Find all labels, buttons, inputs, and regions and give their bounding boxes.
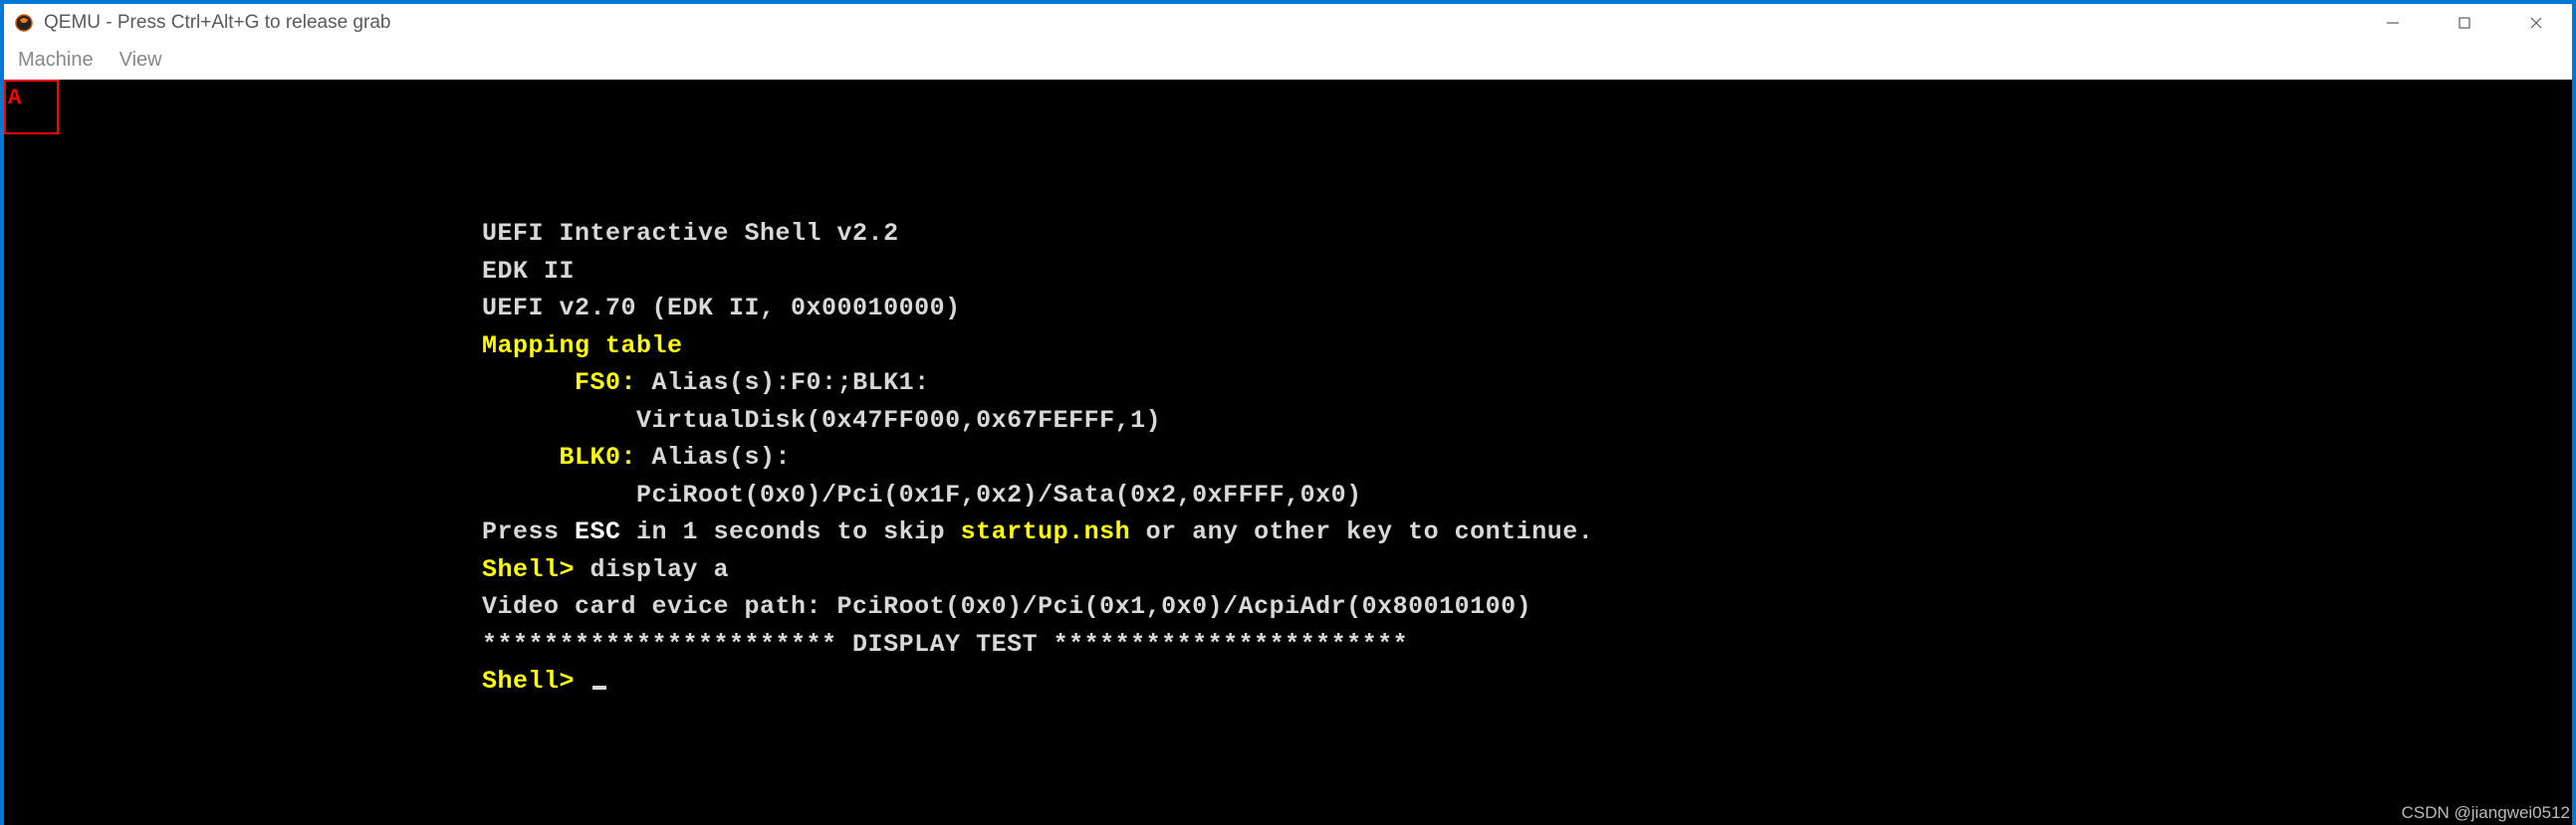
shell-line: *********************** DISPLAY TEST ***… xyxy=(482,626,1593,664)
minimize-button[interactable] xyxy=(2357,4,2429,42)
shell-text: in 1 seconds to skip xyxy=(621,517,961,546)
shell-line: Shell> display a xyxy=(482,551,1593,589)
shell-text: PciRoot(0x0)/Pci(0x1F,0x2)/Sata(0x2,0xFF… xyxy=(482,481,1362,510)
menu-view[interactable]: View xyxy=(119,49,162,72)
shell-line: Mapping table xyxy=(482,327,1593,365)
shell-text: BLK0: xyxy=(482,443,636,472)
shell-line: Press ESC in 1 seconds to skip startup.n… xyxy=(482,514,1593,551)
shell-text: Video card evice path: PciRoot(0x0)/Pci(… xyxy=(482,592,1531,621)
watermark: CSDN @jiangwei0512 xyxy=(2402,803,2570,823)
app-icon xyxy=(14,13,34,33)
shell-line: PciRoot(0x0)/Pci(0x1F,0x2)/Sata(0x2,0xFF… xyxy=(482,477,1593,515)
shell-text: or any other key to continue. xyxy=(1130,517,1593,546)
shell-line: VirtualDisk(0x47FF000,0x67FEFFF,1) xyxy=(482,402,1593,440)
menu-machine[interactable]: Machine xyxy=(18,49,94,72)
menubar: Machine View xyxy=(4,42,2572,80)
shell-line: EDK II xyxy=(482,253,1593,291)
maximize-button[interactable] xyxy=(2429,4,2500,42)
shell-text: Shell> xyxy=(482,667,590,696)
cursor xyxy=(592,686,606,690)
shell-line: Video card evice path: PciRoot(0x0)/Pci(… xyxy=(482,588,1593,626)
shell-text: Mapping table xyxy=(482,331,683,360)
shell-text: FS0: xyxy=(482,368,636,397)
shell-text: ESC xyxy=(575,517,621,546)
shell-text: display a xyxy=(590,555,730,584)
shell-text: *********************** DISPLAY TEST ***… xyxy=(482,630,1408,659)
window-controls xyxy=(2357,4,2572,42)
close-button[interactable] xyxy=(2500,4,2572,42)
shell-text: Shell> xyxy=(482,555,590,584)
shell-line: UEFI Interactive Shell v2.2 xyxy=(482,215,1593,253)
window-title: QEMU - Press Ctrl+Alt+G to release grab xyxy=(44,12,2357,34)
shell-text: UEFI v2.70 (EDK II, 0x00010000) xyxy=(482,294,961,322)
shell-text: Press xyxy=(482,517,575,546)
shell-line: UEFI v2.70 (EDK II, 0x00010000) xyxy=(482,290,1593,327)
shell-line: BLK0: Alias(s): xyxy=(482,439,1593,477)
shell-text: VirtualDisk(0x47FF000,0x67FEFFF,1) xyxy=(482,406,1161,435)
shell-output: UEFI Interactive Shell v2.2 EDK II UEFI v2… xyxy=(482,215,1593,701)
console-viewport[interactable]: A UEFI Interactive Shell v2.2EDK IIUEFI … xyxy=(4,80,2572,825)
shell-line: FS0: Alias(s):F0:;BLK1: xyxy=(482,364,1593,402)
shell-text: EDK II xyxy=(482,257,575,286)
app-window: QEMU - Press Ctrl+Alt+G to release grab … xyxy=(4,4,2572,825)
shell-text: Alias(s):F0:;BLK1: xyxy=(636,368,930,397)
shell-text: startup.nsh xyxy=(961,517,1131,546)
shell-text: Alias(s): xyxy=(636,443,791,472)
shell-line: Shell> xyxy=(482,663,1593,701)
titlebar[interactable]: QEMU - Press Ctrl+Alt+G to release grab xyxy=(4,4,2572,42)
highlight-char: A xyxy=(8,86,21,110)
shell-text: UEFI Interactive Shell v2.2 xyxy=(482,219,899,248)
